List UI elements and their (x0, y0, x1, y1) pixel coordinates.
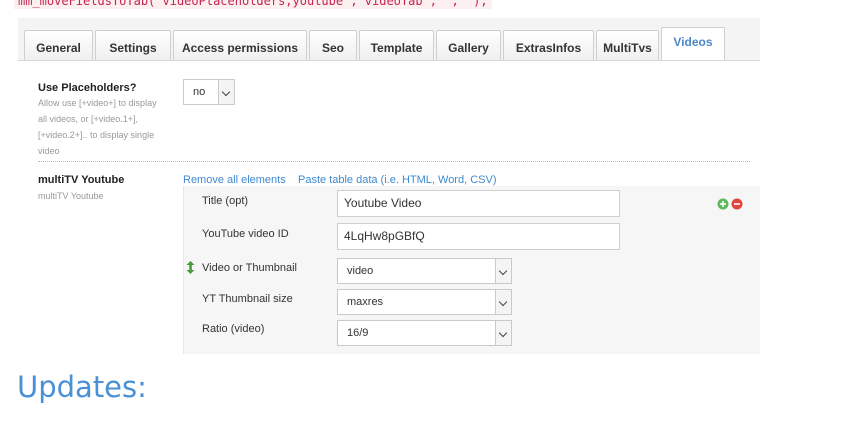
chevron-down-icon (218, 80, 234, 104)
video-or-thumbnail-select[interactable]: video (337, 258, 512, 284)
divider (38, 161, 750, 162)
add-icon[interactable] (717, 198, 729, 210)
tab-content: Use Placeholders? Allow use [+video+] to… (18, 60, 760, 354)
ratio-select[interactable]: 16/9 (337, 320, 512, 346)
paste-table-data-link[interactable]: Paste table data (i.e. HTML, Word, CSV) (298, 174, 496, 186)
sort-arrows-icon[interactable] (186, 261, 195, 274)
chevron-down-icon (495, 290, 511, 314)
chevron-down-icon (495, 259, 511, 283)
placeholders-select-value: no (193, 86, 206, 98)
title-input[interactable]: Youtube Video (337, 190, 620, 217)
placeholders-desc-line: video (38, 146, 60, 156)
placeholders-desc-line: all videos, or [+video.1+], (38, 114, 139, 124)
video-or-thumbnail-label: Video or Thumbnail (202, 262, 297, 274)
ratio-label: Ratio (video) (202, 323, 265, 335)
ratio-value: 16/9 (347, 327, 369, 339)
placeholders-desc-line: [+video.2+].. to display single (38, 130, 155, 140)
chevron-down-icon (495, 321, 511, 345)
thumbnail-size-value: maxres (347, 296, 384, 308)
placeholders-desc-line: Allow use [+video+] to display (38, 98, 157, 108)
youtube-id-label: YouTube video ID (202, 228, 289, 240)
youtube-id-input[interactable]: 4LqHw8pGBfQ (337, 223, 620, 250)
multitv-row: Title (opt) Youtube Video YouTube video … (183, 186, 760, 354)
placeholders-title: Use Placeholders? (38, 82, 137, 94)
remove-icon[interactable] (731, 198, 743, 210)
multitv-subtitle: multiTV Youtube (38, 191, 104, 201)
remove-all-elements-link[interactable]: Remove all elements (183, 174, 286, 186)
code-snippet: mm_moveFieldsToTab('videoPlaceholders,yo… (14, 0, 492, 9)
manager-panel: General Settings Access permissions Seo … (18, 18, 760, 354)
thumbnail-size-label: YT Thumbnail size (202, 293, 293, 305)
video-or-thumbnail-value: video (347, 265, 374, 277)
thumbnail-size-select[interactable]: maxres (337, 289, 512, 315)
placeholders-select[interactable]: no (183, 79, 235, 105)
updates-heading: Updates: (17, 370, 147, 404)
title-field-label: Title (opt) (202, 195, 249, 207)
placeholders-description: Allow use [+video+] to display all video… (38, 95, 157, 159)
multitv-title: multiTV Youtube (38, 174, 125, 186)
